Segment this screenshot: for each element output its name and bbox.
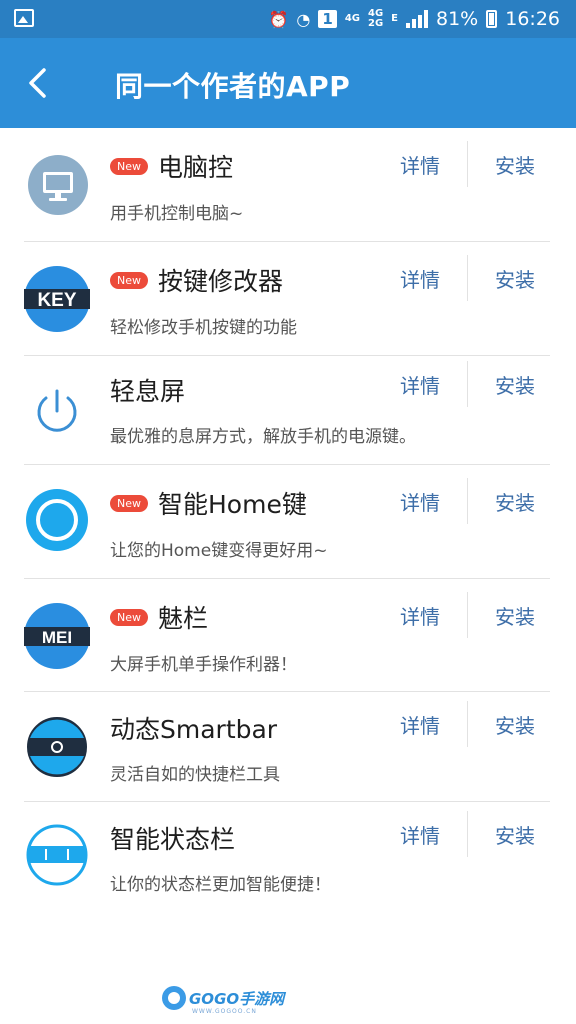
app-description: 轻松修改手机按键的功能 [110, 318, 297, 338]
app-bar: 同一个作者的APP [0, 38, 576, 128]
divider [467, 592, 468, 638]
network-4g-label: 4G [344, 13, 360, 24]
mei-app-icon: MEI [24, 603, 90, 669]
install-button[interactable]: 安装 [480, 487, 550, 516]
app-name: 轻息屏 [110, 377, 186, 406]
install-button[interactable]: 安装 [480, 150, 550, 179]
app-title-line: 动态Smartbar [110, 710, 277, 746]
page-title: 同一个作者的APP [115, 70, 351, 103]
app-list: New 电脑控 用手机控制电脑~ 详情 安装 KEY New 按键修改器 轻松修… [0, 128, 576, 912]
app-description: 让您的Home键变得更好用~ [110, 541, 328, 561]
app-name: 动态Smartbar [110, 715, 278, 744]
back-button[interactable] [18, 60, 64, 106]
back-arrow-icon [29, 68, 46, 98]
alarm-icon: ⏰ [268, 9, 289, 29]
detail-button[interactable]: 详情 [385, 150, 455, 179]
key-app-icon: KEY [24, 266, 90, 332]
watermark-url: WWW.GOGOO.CN [192, 1008, 257, 1015]
app-description: 大屏手机单手操作利器！ [110, 655, 297, 675]
signal-icon [406, 10, 428, 28]
list-item: 轻息屏 最优雅的息屏方式，解放手机的电源键。 详情 安装 [0, 356, 576, 465]
app-title-line: New 电脑控 [110, 148, 233, 184]
install-button[interactable]: 安装 [480, 820, 550, 849]
status-bar: ⏰ ◔ 1 4G 4G 2G E 81% 16:26 [0, 0, 576, 38]
detail-button[interactable]: 详情 [385, 370, 455, 399]
gallery-icon [14, 9, 34, 27]
network-2g-label: 2G [367, 18, 384, 29]
new-badge: New [110, 494, 148, 512]
app-description: 最优雅的息屏方式，解放手机的电源键。 [110, 427, 416, 447]
divider [467, 701, 468, 747]
app-title-line: 轻息屏 [110, 372, 185, 408]
app-actions: 详情 安装 [385, 700, 550, 748]
app-name: 魅栏 [158, 604, 209, 633]
clock: 16:26 [505, 8, 560, 30]
new-badge: New [110, 271, 148, 289]
app-title-line: 智能状态栏 [110, 820, 235, 856]
app-actions: 详情 安装 [385, 477, 550, 525]
app-actions: 详情 安装 [385, 810, 550, 858]
gogo-logo-icon [162, 986, 186, 1010]
app-actions: 详情 安装 [385, 140, 550, 188]
network-stack: 4G 2G [368, 9, 383, 29]
edge-label: E [391, 13, 398, 24]
key-icon-text: KEY [37, 290, 76, 311]
app-name: 智能Home键 [158, 490, 307, 519]
list-item: 动态Smartbar 灵活自如的快捷栏工具 详情 安装 [0, 692, 576, 802]
app-title-line: New 按键修改器 [110, 262, 283, 298]
app-actions: 详情 安装 [385, 591, 550, 639]
new-badge: New [110, 608, 148, 626]
detail-button[interactable]: 详情 [385, 487, 455, 516]
divider [467, 811, 468, 857]
app-title-line: New 智能Home键 [110, 485, 307, 521]
watermark-brand: GOGO手游网 [189, 989, 285, 1008]
app-description: 让你的状态栏更加智能便捷！ [110, 875, 331, 895]
battery-percent: 81% [436, 8, 479, 30]
app-name: 电脑控 [158, 153, 234, 182]
install-button[interactable]: 安装 [480, 710, 550, 739]
install-button[interactable]: 安装 [480, 601, 550, 630]
list-item: New 智能Home键 让您的Home键变得更好用~ 详情 安装 [0, 465, 576, 579]
app-description: 灵活自如的快捷栏工具 [110, 765, 280, 785]
statusbar-app-icon [26, 824, 88, 886]
smartbar-app-icon [26, 716, 88, 778]
detail-button[interactable]: 详情 [385, 820, 455, 849]
detail-button[interactable]: 详情 [385, 264, 455, 293]
wifi-icon: ◔ [296, 9, 311, 29]
mei-icon-text: MEI [42, 628, 72, 647]
install-button[interactable]: 安装 [480, 370, 550, 399]
list-item: KEY New 按键修改器 轻松修改手机按键的功能 详情 安装 [0, 242, 576, 356]
app-name: 智能状态栏 [110, 825, 236, 854]
divider [467, 478, 468, 524]
power-app-icon [24, 378, 90, 444]
divider [467, 361, 468, 407]
app-actions: 详情 安装 [385, 360, 550, 408]
divider [467, 141, 468, 187]
list-item: New 电脑控 用手机控制电脑~ 详情 安装 [0, 128, 576, 242]
status-bar-right: ⏰ ◔ 1 4G 4G 2G E 81% 16:26 [268, 0, 560, 38]
divider [467, 255, 468, 301]
battery-icon [486, 10, 498, 28]
detail-button[interactable]: 详情 [385, 601, 455, 630]
list-item: MEI New 魅栏 大屏手机单手操作利器！ 详情 安装 [0, 579, 576, 692]
app-description: 用手机控制电脑~ [110, 204, 244, 224]
install-button[interactable]: 安装 [480, 264, 550, 293]
sim-indicator: 1 [318, 10, 337, 28]
list-item: 智能状态栏 让你的状态栏更加智能便捷！ 详情 安装 [0, 802, 576, 912]
app-actions: 详情 安装 [385, 254, 550, 302]
detail-button[interactable]: 详情 [385, 710, 455, 739]
monitor-app-icon [28, 155, 88, 215]
new-badge: New [110, 157, 148, 175]
app-title-line: New 魅栏 [110, 599, 208, 635]
app-name: 按键修改器 [158, 267, 284, 296]
home-app-icon [24, 487, 90, 553]
watermark-logo: GOGO手游网 WWW.GOGOO.CN [162, 986, 285, 1015]
